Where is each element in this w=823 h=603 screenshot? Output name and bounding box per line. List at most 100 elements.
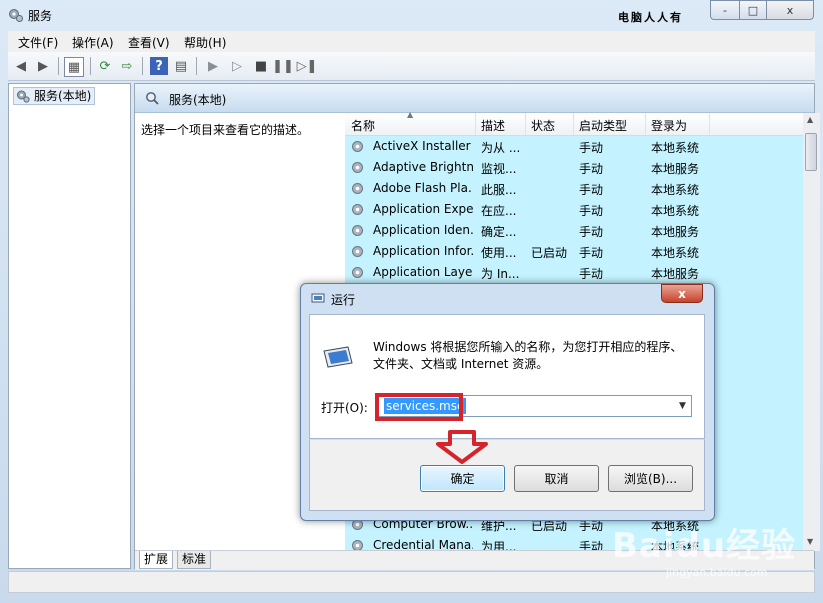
menu-file[interactable]: 文件(F) — [18, 34, 58, 51]
table-cell: 使用... — [481, 246, 517, 260]
table-row[interactable]: Application Infor... 使用... 已启动 手动 本地系统 — [345, 241, 805, 262]
pause-icon[interactable]: ❚❚ — [272, 57, 294, 75]
show-hide-tree-icon[interactable]: ▦ — [64, 57, 84, 77]
menu-bar: 文件(F) 操作(A) 查看(V) 帮助(H) — [8, 31, 815, 53]
column-status[interactable]: 状态 — [531, 117, 555, 134]
list-header: ▲ 名称 描述 状态 启动类型 登录为 — [345, 110, 805, 136]
table-cell: 本地服务 — [651, 267, 700, 281]
tab-standard[interactable]: 标准 — [177, 551, 212, 569]
table-cell: 为从 ... — [481, 141, 521, 155]
baidu-watermark: Baidu经验 — [612, 526, 797, 566]
annotation-highlight-box — [375, 393, 463, 421]
table-cell: 本地系统 — [651, 183, 700, 197]
tab-extended[interactable]: 扩展 — [139, 551, 174, 569]
menu-action[interactable]: 操作(A) — [72, 34, 114, 51]
scrollbar-thumb[interactable] — [805, 133, 817, 171]
table-cell: 本地服务 — [651, 225, 700, 239]
table-cell: 此服... — [481, 183, 517, 197]
refresh-icon[interactable]: ⟳ — [96, 57, 114, 75]
dialog-body: Windows 将根据您所输入的名称，为您打开相应的程序、文件夹、文档或 Int… — [309, 314, 705, 439]
toolbar: ◀ ▶ ▦ ⟳ ⇨ ? ▤ ▶ ▷ ■ ❚❚ ▷❚ — [8, 52, 815, 81]
column-log-on-as[interactable]: 登录为 — [651, 117, 687, 134]
table-row[interactable]: Application Expe... 在应... 手动 本地系统 — [345, 199, 805, 220]
back-icon[interactable]: ◀ — [12, 57, 30, 75]
table-cell: 手动 — [579, 246, 604, 260]
run-program-icon — [323, 346, 353, 368]
properties-icon[interactable]: ▤ — [172, 57, 190, 75]
tree-item-services-local[interactable]: 服务(本地) — [13, 87, 96, 105]
menu-help[interactable]: 帮助(H) — [184, 34, 226, 51]
table-cell: 监视... — [481, 162, 517, 176]
stop-icon[interactable]: ■ — [252, 57, 270, 75]
table-cell: ActiveX Installer ... — [373, 139, 473, 153]
vertical-scrollbar[interactable]: ▲ ▼ — [803, 113, 820, 551]
cancel-button[interactable]: 取消 — [514, 465, 599, 492]
table-cell: 确定... — [481, 225, 517, 239]
table-cell: 在应... — [481, 204, 517, 218]
service-gear-icon — [352, 141, 363, 152]
dialog-close-button[interactable]: x — [661, 284, 703, 303]
table-cell: 手动 — [579, 183, 604, 197]
search-icon — [146, 92, 159, 105]
window-title: 服务 — [28, 9, 53, 23]
table-row[interactable]: Application Iden... 确定... 手动 本地服务 — [345, 220, 805, 241]
table-cell: Application Expe... — [373, 202, 473, 216]
dialog-title: 运行 — [331, 293, 356, 307]
table-row[interactable]: ActiveX Installer ... 为从 ... 手动 本地系统 — [345, 136, 805, 157]
open-label: 打开(O): — [321, 401, 368, 415]
table-row[interactable]: Adaptive Brightn... 监视... 手动 本地服务 — [345, 157, 805, 178]
table-cell: 本地系统 — [651, 204, 700, 218]
table-cell: Application Laye... — [373, 265, 473, 279]
dialog-message: Windows 将根据您所输入的名称，为您打开相应的程序、文件夹、文档或 Int… — [373, 340, 683, 371]
table-row[interactable]: Adobe Flash Pla... 此服... 手动 本地系统 — [345, 178, 805, 199]
run-dialog: 运行 x Windows 将根据您所输入的名称，为您打开相应的程序、文件夹、文档… — [300, 283, 715, 521]
scroll-down-icon[interactable]: ▼ — [807, 537, 813, 546]
forward-icon[interactable]: ▶ — [34, 57, 52, 75]
help-icon[interactable]: ? — [150, 57, 168, 75]
column-name[interactable]: 名称 — [351, 117, 375, 134]
title-bar: 服务 电脑人人有 - □ x — [0, 0, 823, 30]
table-cell: 为 In... — [481, 267, 520, 281]
gears-icon — [17, 90, 30, 103]
service-gear-icon — [352, 162, 363, 173]
menu-view[interactable]: 查看(V) — [128, 34, 170, 51]
restart-icon[interactable]: ▷❚ — [297, 57, 318, 75]
panel-title: 服务(本地) — [169, 93, 227, 107]
down-arrow-annotation-icon — [436, 430, 488, 464]
table-cell: 已启动 — [531, 246, 568, 260]
table-cell: 手动 — [579, 267, 604, 281]
start-alt-icon[interactable]: ▷ — [228, 57, 246, 75]
table-cell: 手动 — [579, 162, 604, 176]
service-gear-icon — [352, 204, 363, 215]
close-button[interactable]: x — [766, 0, 814, 20]
baidu-watermark-url: jingyan.baidu.com — [666, 566, 768, 579]
browse-button[interactable]: 浏览(B)... — [608, 465, 693, 492]
service-gear-icon — [352, 225, 363, 236]
tree-pane: 服务(本地) — [8, 83, 131, 569]
table-cell: Adaptive Brightn... — [373, 160, 473, 174]
watermark-text: 电脑人人有 — [618, 11, 683, 24]
maximize-button[interactable]: □ — [739, 0, 767, 20]
column-description[interactable]: 描述 — [481, 117, 505, 134]
table-cell: 本地系统 — [651, 141, 700, 155]
dialog-footer: 确定 取消 浏览(B)... — [309, 439, 705, 511]
table-cell: Application Iden... — [373, 223, 473, 237]
minimize-button[interactable]: - — [710, 0, 740, 20]
table-cell: 手动 — [579, 204, 604, 218]
export-list-icon[interactable]: ⇨ — [118, 57, 136, 75]
gears-icon — [9, 9, 23, 22]
table-cell: 本地服务 — [651, 162, 700, 176]
table-cell: 手动 — [579, 141, 604, 155]
table-row[interactable]: Application Laye... 为 In... 手动 本地服务 — [345, 262, 805, 283]
ok-button[interactable]: 确定 — [420, 465, 505, 492]
dropdown-arrow-icon[interactable]: ▼ — [674, 396, 691, 416]
service-gear-icon — [352, 183, 363, 194]
sort-up-icon: ▲ — [407, 110, 414, 119]
run-icon — [311, 293, 325, 303]
column-startup-type[interactable]: 启动类型 — [579, 117, 627, 134]
start-icon[interactable]: ▶ — [204, 57, 222, 75]
table-cell: 手动 — [579, 225, 604, 239]
scroll-up-icon[interactable]: ▲ — [807, 115, 813, 124]
service-gear-icon — [352, 246, 363, 257]
tree-item-label: 服务(本地) — [34, 89, 92, 103]
